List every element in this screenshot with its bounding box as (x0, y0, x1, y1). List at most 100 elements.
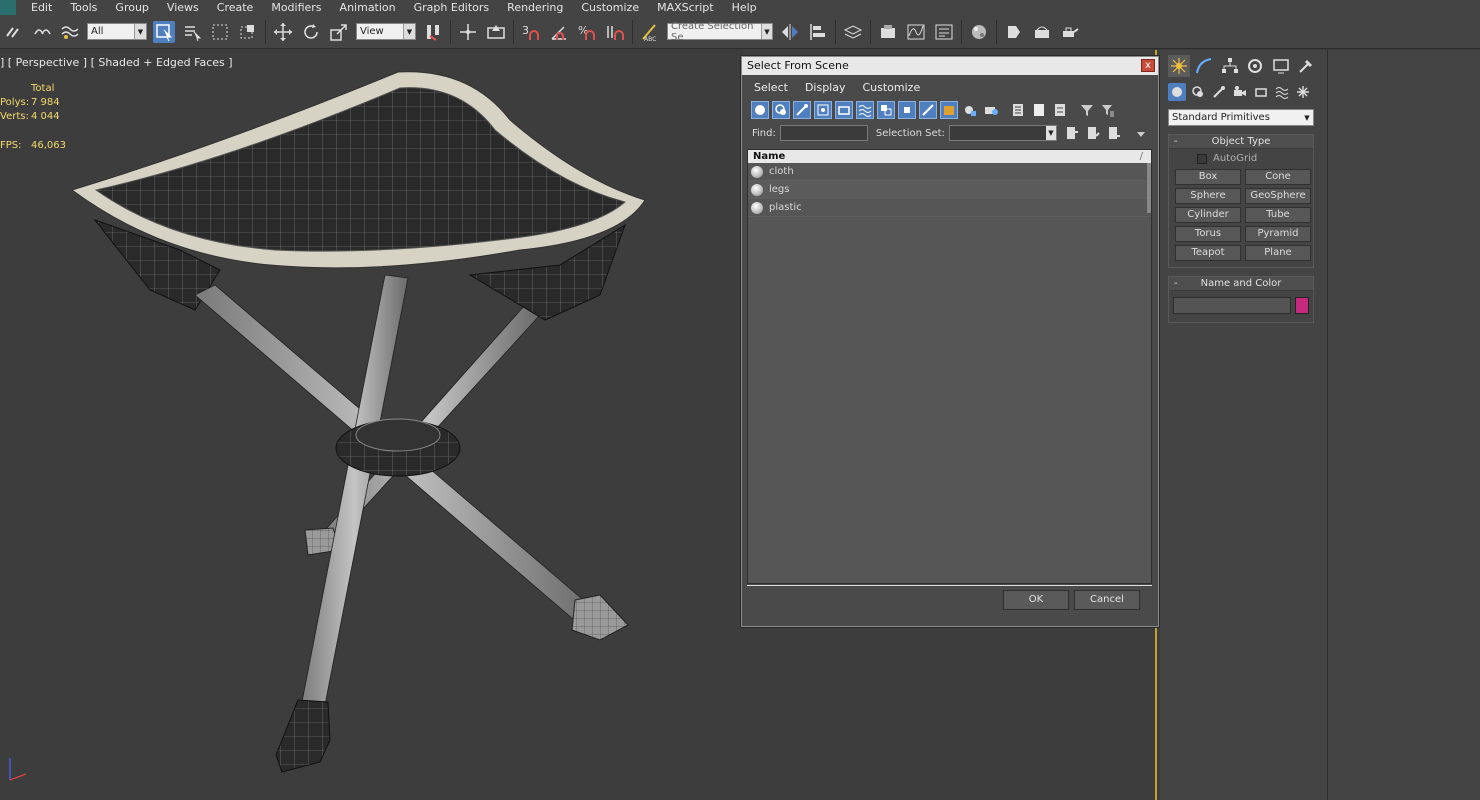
layer-manager-icon[interactable] (842, 21, 864, 43)
keyboard-shortcut-override-icon[interactable] (485, 21, 507, 43)
graphite-modeling-tools-icon[interactable] (877, 21, 899, 43)
align-icon[interactable] (807, 21, 829, 43)
systems-icon[interactable] (1294, 83, 1312, 101)
unlink-icon[interactable] (31, 21, 53, 43)
cylinder-button[interactable]: Cylinder (1175, 207, 1241, 223)
select-none-icon[interactable] (1030, 101, 1048, 119)
utilities-tab-icon[interactable] (1296, 55, 1318, 77)
sphere-button[interactable]: Sphere (1175, 188, 1241, 204)
dialog-menu-display[interactable]: Display (805, 81, 846, 94)
geometry-icon[interactable] (1168, 83, 1186, 101)
object-type-header[interactable]: - Object Type (1169, 135, 1313, 149)
menu-rendering[interactable]: Rendering (498, 0, 572, 15)
display-groups-icon[interactable] (877, 101, 895, 119)
space-warps-icon[interactable] (1273, 83, 1291, 101)
object-name-input[interactable] (1173, 297, 1291, 314)
name-and-color-header[interactable]: - Name and Color (1169, 277, 1313, 291)
schematic-view-icon[interactable] (933, 21, 955, 43)
reference-coordinate-dropdown[interactable]: View ▼ (356, 23, 416, 40)
material-editor-icon[interactable] (968, 21, 990, 43)
list-item[interactable]: plastic (748, 199, 1151, 217)
menu-create[interactable]: Create (208, 0, 263, 15)
app-logo-icon[interactable] (0, 0, 16, 15)
primitive-category-dropdown[interactable]: Standard Primitives ▼ (1168, 109, 1314, 126)
selection-filter-dropdown[interactable]: All ▼ (87, 23, 147, 40)
select-by-name-icon[interactable] (181, 21, 203, 43)
menu-group[interactable]: Group (106, 0, 158, 15)
list-scrollbar[interactable] (1147, 163, 1151, 213)
window-crossing-icon[interactable] (237, 21, 259, 43)
ok-button[interactable]: OK (1003, 590, 1069, 610)
close-icon[interactable]: x (1141, 59, 1155, 72)
shapes-icon[interactable] (1189, 83, 1207, 101)
list-item[interactable]: cloth (748, 163, 1151, 181)
pyramid-button[interactable]: Pyramid (1245, 226, 1311, 242)
dialog-title-bar[interactable]: Select From Scene x (742, 57, 1158, 75)
add-to-selection-set-icon[interactable] (1084, 124, 1102, 142)
torus-button[interactable]: Torus (1175, 226, 1241, 242)
menu-graph-editors[interactable]: Graph Editors (405, 0, 499, 15)
geosphere-button[interactable]: GeoSphere (1245, 188, 1311, 204)
display-hidden-icon[interactable] (982, 101, 1000, 119)
create-tab-icon[interactable] (1168, 55, 1190, 77)
find-input[interactable] (779, 125, 868, 141)
dialog-menu-customize[interactable]: Customize (862, 81, 920, 94)
render-setup-icon[interactable] (1003, 21, 1025, 43)
display-tab-icon[interactable] (1270, 55, 1292, 77)
angle-snap-icon[interactable] (548, 21, 570, 43)
display-lights-icon[interactable] (793, 101, 811, 119)
helpers-icon[interactable] (1252, 83, 1270, 101)
curve-editor-icon[interactable] (905, 21, 927, 43)
toolbar-expand-icon[interactable] (1132, 124, 1150, 142)
select-all-icon[interactable] (1009, 101, 1027, 119)
menu-help[interactable]: Help (723, 0, 766, 15)
select-invert-icon[interactable] (1051, 101, 1069, 119)
manipulate-icon[interactable] (457, 21, 479, 43)
spinner-snap-icon[interactable] (604, 21, 626, 43)
autogrid-checkbox[interactable] (1197, 153, 1207, 164)
hierarchy-tab-icon[interactable] (1219, 55, 1241, 77)
object-color-swatch[interactable] (1295, 297, 1309, 314)
selection-set-dropdown[interactable]: ▼ (948, 125, 1057, 141)
remove-from-selection-set-icon[interactable] (1105, 124, 1123, 142)
select-object-icon[interactable] (153, 20, 175, 43)
display-cameras-icon[interactable] (814, 101, 832, 119)
scale-icon[interactable] (328, 21, 350, 43)
tube-button[interactable]: Tube (1245, 207, 1311, 223)
menu-views[interactable]: Views (158, 0, 208, 15)
menu-tools[interactable]: Tools (61, 0, 106, 15)
lights-icon[interactable] (1210, 83, 1228, 101)
menu-animation[interactable]: Animation (331, 0, 405, 15)
motion-tab-icon[interactable] (1245, 55, 1267, 77)
modify-tab-icon[interactable] (1194, 55, 1216, 77)
display-xrefs-icon[interactable] (898, 101, 916, 119)
rectangular-selection-icon[interactable] (209, 21, 231, 43)
filter-options-icon[interactable] (1099, 101, 1117, 119)
menu-maxscript[interactable]: MAXScript (648, 0, 722, 15)
bind-space-warp-icon[interactable] (59, 21, 81, 43)
render-production-icon[interactable] (1059, 21, 1081, 43)
menu-edit[interactable]: Edit (22, 0, 61, 15)
display-shapes-icon[interactable] (772, 101, 790, 119)
plane-button[interactable]: Plane (1245, 245, 1311, 261)
display-geometry-icon[interactable] (751, 101, 769, 119)
filter-icon[interactable] (1078, 101, 1096, 119)
percent-snap-icon[interactable]: % (576, 21, 598, 43)
snap-toggle-icon[interactable]: 3 (520, 21, 542, 43)
cameras-icon[interactable] (1231, 83, 1249, 101)
edit-named-selection-icon[interactable]: ABC (639, 21, 661, 43)
menu-modifiers[interactable]: Modifiers (262, 0, 330, 15)
display-space-warps-icon[interactable] (856, 101, 874, 119)
move-icon[interactable] (272, 21, 294, 43)
cancel-button[interactable]: Cancel (1074, 590, 1140, 610)
rotate-icon[interactable] (300, 21, 322, 43)
list-item[interactable]: legs (748, 181, 1151, 199)
display-containers-icon[interactable] (940, 101, 958, 119)
mirror-icon[interactable] (779, 21, 801, 43)
display-frozen-icon[interactable] (961, 101, 979, 119)
link-icon[interactable] (3, 21, 25, 43)
create-selection-set-icon[interactable] (1063, 124, 1081, 142)
display-helpers-icon[interactable] (835, 101, 853, 119)
dialog-menu-select[interactable]: Select (754, 81, 788, 94)
menu-customize[interactable]: Customize (572, 0, 648, 15)
